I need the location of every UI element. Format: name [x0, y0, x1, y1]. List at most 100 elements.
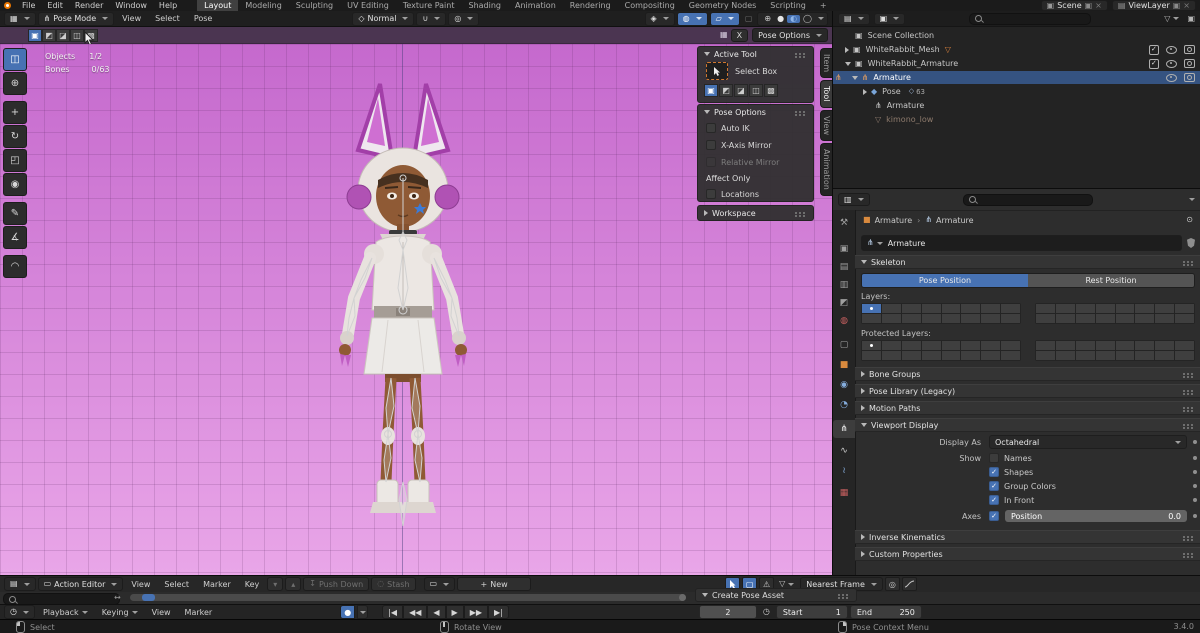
expand-icon[interactable]	[863, 89, 867, 95]
fake-user-shield-icon[interactable]	[1187, 238, 1195, 248]
end-frame-field[interactable]: End250	[850, 605, 922, 619]
shading-wireframe-button[interactable]: ⊕	[761, 15, 774, 23]
tab-constraints-icon[interactable]: ◉	[833, 376, 855, 394]
skeleton-panel-header[interactable]: Skeleton	[855, 255, 1200, 269]
display-as-dropdown[interactable]: Octahedral	[989, 435, 1187, 449]
panel-drag-dots[interactable]	[838, 594, 840, 596]
move-action-up-button[interactable]: ▴	[285, 577, 301, 591]
tool-scale[interactable]: ◰	[3, 149, 27, 172]
hide-eye-icon[interactable]	[1166, 46, 1177, 54]
protected-layers-grid-left[interactable]	[861, 340, 1021, 361]
pose-library-panel-header[interactable]: Pose Library (Legacy)	[855, 384, 1200, 398]
new-action-button[interactable]: +New	[457, 577, 531, 591]
shading-material-button[interactable]: ◐	[787, 15, 800, 23]
pose-position-button[interactable]: Pose Position	[862, 274, 1028, 287]
viewlayer-selector[interactable]: ▤ ViewLayer ▣ ×	[1112, 0, 1196, 11]
breadcrumb-data[interactable]: Armature	[936, 216, 974, 225]
push-down-button[interactable]: ↧Push Down	[303, 577, 369, 591]
create-pose-asset-panel[interactable]: Create Pose Asset	[695, 588, 857, 602]
armature-layers-grid-left[interactable]	[861, 303, 1021, 324]
dopesheet-menu-marker[interactable]: Marker	[197, 580, 237, 589]
custom-properties-panel-header[interactable]: Custom Properties	[855, 547, 1200, 561]
auto-ik-checkbox[interactable]	[706, 123, 716, 133]
panel-select-mode-invert-icon[interactable]: ◫	[749, 84, 763, 97]
select-box-tool-icon[interactable]	[706, 62, 728, 80]
scene-selector[interactable]: ▣ Scene ▣ ×	[1041, 0, 1108, 11]
bone-groups-panel-header[interactable]: Bone Groups	[855, 367, 1200, 381]
proportional-editing-toggle[interactable]: ◎	[448, 12, 479, 26]
dopesheet-filter-button[interactable]: ▽	[776, 580, 794, 588]
scrollbar-handle[interactable]	[679, 594, 686, 601]
disable-render-icon[interactable]	[1184, 73, 1195, 82]
outliner-row-kimono-low[interactable]: ▽ kimono_low	[833, 113, 1200, 126]
panel-drag-dots[interactable]	[1183, 553, 1185, 555]
use-preview-range-icon[interactable]: ◷	[763, 608, 770, 616]
names-checkbox[interactable]	[989, 453, 999, 463]
mode-selector[interactable]: ⋔ Pose Mode	[38, 12, 115, 26]
tool-annotate[interactable]: ✎	[3, 202, 27, 225]
3d-viewport[interactable]: Objects1/2 Bones0/63 ◫ ⊕ + ↻ ◰ ◉ ✎ ∡ ◠	[0, 44, 832, 575]
remove-viewlayer-icon[interactable]: ×	[1183, 2, 1190, 10]
panel-drag-dots[interactable]	[1183, 424, 1185, 426]
workspace-tab-shading[interactable]: Shading	[461, 0, 508, 11]
axes-position-slider[interactable]: Position 0.0	[1005, 510, 1187, 522]
sidebar-tab-tool[interactable]: Tool	[820, 80, 832, 108]
auto-keying-toggle[interactable]: ●	[340, 605, 355, 619]
select-mode-extend-icon[interactable]: ◩	[42, 29, 56, 42]
panel-select-mode-extend-icon[interactable]: ◩	[719, 84, 733, 97]
tab-render-icon[interactable]: ▣	[833, 240, 855, 258]
animate-decorator[interactable]	[1193, 498, 1197, 502]
tool-pose-breakdowner[interactable]: ◠	[3, 255, 27, 278]
outliner-row-armature-data[interactable]: ⋔ Armature	[833, 99, 1200, 112]
panel-drag-dots[interactable]	[1183, 373, 1185, 375]
tab-collection-icon[interactable]: ▢	[833, 336, 855, 354]
workspace-tab-layout[interactable]: Layout	[197, 0, 238, 11]
panel-select-mode-intersect-icon[interactable]: ▩	[764, 84, 778, 97]
stash-button[interactable]: ◌Stash	[371, 577, 415, 591]
animate-decorator[interactable]	[1193, 514, 1197, 518]
workspace-tab-compositing[interactable]: Compositing	[618, 0, 682, 11]
proportional-edit-toggle[interactable]: ◎	[885, 577, 900, 591]
tab-bone-constraints-icon[interactable]: ≀	[833, 462, 855, 480]
inverse-kinematics-panel-header[interactable]: Inverse Kinematics	[855, 530, 1200, 544]
outliner-editor-type-button[interactable]: ▤	[838, 13, 870, 25]
blender-logo-icon[interactable]	[4, 2, 11, 9]
exclude-checkbox[interactable]	[1149, 45, 1159, 55]
tab-tool-icon[interactable]: ⚒	[833, 214, 855, 232]
panel-drag-dots[interactable]	[1183, 261, 1185, 263]
in-front-checkbox[interactable]	[989, 495, 999, 505]
menu-help[interactable]: Help	[153, 1, 183, 10]
menu-edit[interactable]: Edit	[41, 1, 69, 10]
panel-drag-dots[interactable]	[1183, 407, 1185, 409]
play-button[interactable]: ▶	[446, 605, 464, 619]
shading-options-caret[interactable]	[818, 17, 824, 20]
menu-window[interactable]: Window	[109, 1, 153, 10]
menu-file[interactable]: File	[16, 1, 41, 10]
collapse-icon[interactable]	[845, 62, 851, 66]
collapse-icon[interactable]	[852, 76, 858, 80]
animate-decorator[interactable]	[1193, 470, 1197, 474]
falloff-curve-icon[interactable]	[902, 577, 917, 591]
tab-view-layer-icon[interactable]: ▥	[833, 276, 855, 294]
select-mode-invert-icon[interactable]: ◫	[70, 29, 84, 42]
outliner-new-collection-icon[interactable]: ▣	[1187, 15, 1195, 23]
pose-options-panel-header[interactable]: Pose Options	[698, 105, 813, 119]
action-id-selector[interactable]: ▭	[424, 577, 456, 591]
dopesheet-scrollbar[interactable]	[130, 594, 686, 601]
mirror-x-toggle[interactable]: X	[731, 29, 748, 42]
shading-rendered-button[interactable]: ◯	[800, 15, 815, 23]
add-workspace-button[interactable]: +	[813, 0, 834, 11]
outliner-search-input[interactable]	[969, 13, 1091, 25]
dopesheet-menu-key[interactable]: Key	[239, 580, 266, 589]
animate-decorator[interactable]	[1193, 440, 1197, 444]
tool-rotate[interactable]: ↻	[3, 125, 27, 148]
dopesheet-mode-selector[interactable]: ▭Action Editor	[38, 577, 124, 591]
show-gizmo-toggle[interactable]: ◈	[645, 12, 675, 26]
breadcrumb-object[interactable]: Armature	[875, 216, 913, 225]
tab-world-icon[interactable]: ◍	[833, 312, 855, 330]
menu-render[interactable]: Render	[69, 1, 109, 10]
xaxis-mirror-checkbox[interactable]	[706, 140, 716, 150]
disable-render-icon[interactable]	[1184, 59, 1195, 68]
workspace-tab-animation[interactable]: Animation	[508, 0, 563, 11]
jump-to-end-button[interactable]: ▶|	[488, 605, 509, 619]
